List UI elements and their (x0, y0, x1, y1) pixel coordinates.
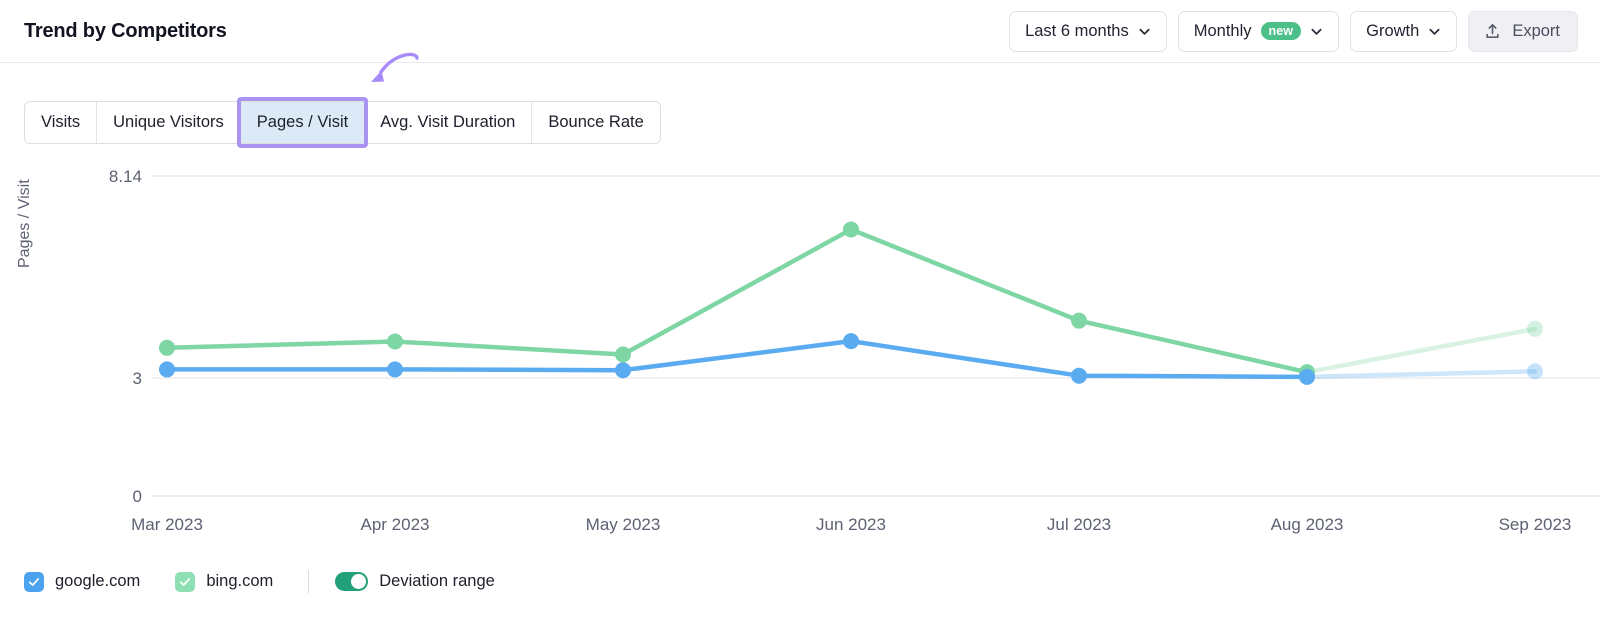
tab-label: Pages / Visit (256, 113, 349, 131)
chevron-down-icon (1428, 25, 1441, 38)
tab-label: Bounce Rate (548, 113, 644, 131)
data-point (843, 221, 859, 238)
data-point (387, 361, 403, 378)
toggle-knob (351, 574, 367, 589)
tab-pages-per-visit[interactable]: Pages / Visit (236, 97, 369, 148)
export-label: Export (1512, 21, 1560, 40)
data-point (159, 361, 175, 378)
chevron-down-icon (1138, 25, 1151, 38)
y-tick-label: 0 (133, 487, 142, 506)
data-point (159, 339, 175, 356)
upload-icon (1483, 22, 1502, 41)
legend-label: bing.com (206, 572, 274, 590)
x-tick-label: May 2023 (586, 515, 661, 534)
data-point (387, 333, 403, 350)
chevron-down-icon (1310, 25, 1323, 38)
legend-label: google.com (55, 572, 141, 590)
tab-label: Visits (41, 113, 81, 131)
checkbox-checked-icon[interactable] (175, 571, 196, 592)
date-range-label: Last 6 months (1025, 21, 1129, 40)
y-tick-label: 3 (133, 369, 142, 388)
series-line (164, 227, 1310, 375)
metric-mode-label: Growth (1366, 21, 1420, 40)
deviation-range-toggle-item[interactable]: Deviation range (335, 572, 495, 591)
data-point (615, 346, 631, 363)
checkbox-checked-icon[interactable] (24, 571, 44, 592)
metric-mode-dropdown[interactable]: Growth (1350, 10, 1458, 52)
x-tick-label: Aug 2023 (1271, 515, 1344, 534)
granularity-dropdown[interactable]: Monthly new (1177, 10, 1340, 52)
data-point (1071, 367, 1087, 384)
x-tick-label: Mar 2023 (131, 515, 203, 534)
tab-label: Unique Visitors (113, 113, 224, 131)
x-tick-label: Apr 2023 (361, 515, 430, 534)
y-tick-label: 8.14 (109, 167, 142, 186)
legend-item-bing[interactable]: bing.com (175, 571, 274, 592)
tab-unique-visitors[interactable]: Unique Visitors (97, 102, 241, 143)
x-tick-label: Jun 2023 (816, 515, 886, 534)
page-title: Trend by Competitors (24, 19, 227, 42)
data-point (615, 362, 631, 379)
series-line (164, 338, 1310, 380)
data-point (1299, 368, 1315, 385)
data-point (1071, 312, 1087, 329)
metric-tabs: Visits Unique Visitors Pages / Visit Avg… (24, 97, 661, 148)
new-badge: new (1260, 22, 1302, 40)
chart-legend: google.com bing.com Deviation range (24, 570, 530, 593)
series-line-projected (1304, 369, 1538, 380)
header-controls: Last 6 months Monthly new Growth Export (1009, 10, 1578, 52)
granularity-label: Monthly (1193, 21, 1252, 40)
x-tick-label: Sep 2023 (1499, 515, 1572, 534)
series-line-projected (1304, 326, 1538, 375)
data-point (1527, 363, 1543, 380)
deviation-range-toggle[interactable] (335, 572, 369, 591)
export-button[interactable]: Export (1468, 10, 1578, 52)
data-point (843, 333, 859, 350)
legend-item-google[interactable]: google.com (24, 571, 141, 592)
tab-label: Avg. Visit Duration (380, 113, 516, 131)
legend-divider (308, 570, 310, 593)
tab-avg-visit-duration[interactable]: Avg. Visit Duration (364, 102, 533, 143)
deviation-range-label: Deviation range (379, 572, 495, 590)
trend-chart: 0 3 8.14 Mar 2023 Apr 2023 May 2023 Jun 2023 Ju… (0, 155, 1600, 555)
date-range-dropdown[interactable]: Last 6 months (1009, 10, 1167, 52)
panel-header: Trend by Competitors Last 6 months Month… (0, 0, 1600, 63)
x-tick-label: Jul 2023 (1047, 515, 1111, 534)
metric-tab-group: Visits Unique Visitors Pages / Visit Avg… (24, 97, 661, 148)
tab-visits[interactable]: Visits (25, 102, 98, 143)
trend-chart-svg: 0 3 8.14 Mar 2023 Apr 2023 May 2023 Jun 2023 Ju… (109, 167, 1600, 534)
data-point (1527, 320, 1543, 337)
tab-bounce-rate[interactable]: Bounce Rate (532, 102, 660, 143)
